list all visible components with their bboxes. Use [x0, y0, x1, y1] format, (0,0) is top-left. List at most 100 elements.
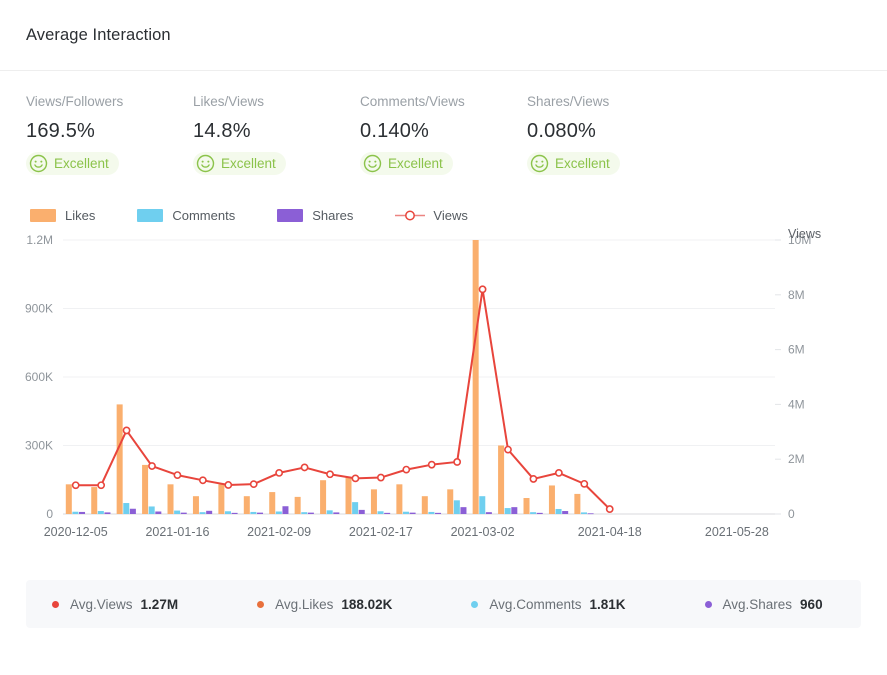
bar-shares[interactable]	[485, 512, 492, 514]
views-point[interactable]	[148, 462, 156, 470]
bar-comments[interactable]	[428, 511, 435, 514]
bar-comments[interactable]	[453, 500, 460, 514]
bar-shares[interactable]	[282, 506, 289, 514]
page-title: Average Interaction	[26, 25, 171, 44]
views-point[interactable]	[224, 481, 233, 489]
bar-comments[interactable]	[504, 508, 511, 514]
bar-shares[interactable]	[562, 511, 569, 514]
bar-comments[interactable]	[275, 511, 282, 514]
bar-comments[interactable]	[224, 511, 231, 514]
bar-comments[interactable]	[123, 503, 130, 514]
views-point[interactable]	[275, 468, 284, 477]
views-point[interactable]	[529, 475, 538, 483]
bar-likes[interactable]	[243, 496, 250, 514]
views-point[interactable]	[427, 460, 436, 469]
x-axis-tick: 2021-02-09	[247, 525, 311, 539]
legend-item-comments[interactable]: Comments	[137, 208, 235, 223]
bar-shares[interactable]	[104, 512, 111, 514]
bar-likes[interactable]	[472, 240, 479, 514]
views-point[interactable]	[351, 474, 360, 483]
y-axis-left-tick: 300K	[25, 439, 53, 453]
views-point[interactable]	[605, 505, 614, 513]
bar-comments[interactable]	[148, 506, 155, 514]
bar-likes[interactable]	[294, 496, 301, 515]
views-point[interactable]	[173, 471, 182, 479]
bar-comments[interactable]	[199, 512, 206, 514]
bar-likes[interactable]	[574, 493, 581, 514]
bar-likes[interactable]	[447, 489, 454, 514]
views-point[interactable]	[249, 480, 258, 489]
bar-shares[interactable]	[587, 513, 594, 515]
bar-shares[interactable]	[129, 508, 136, 514]
bar-comments[interactable]	[97, 511, 104, 514]
bar-likes[interactable]	[548, 485, 555, 514]
bar-shares[interactable]	[155, 511, 162, 514]
interaction-chart[interactable]: 0 300K 600K 900K 1.2M 0 2M 4M 6M 8M 10M Views 2020-1…	[0, 227, 887, 572]
views-point[interactable]	[122, 426, 131, 435]
bar-comments[interactable]	[580, 512, 587, 514]
bar-comments[interactable]	[352, 502, 359, 514]
bar-shares[interactable]	[435, 512, 442, 514]
bar-comments[interactable]	[479, 496, 486, 514]
bar-shares[interactable]	[358, 509, 365, 514]
bar-likes[interactable]	[65, 484, 72, 514]
views-line[interactable]	[74, 288, 611, 511]
bar-shares[interactable]	[536, 512, 543, 514]
bar-likes[interactable]	[192, 496, 199, 514]
views-point[interactable]	[478, 285, 487, 294]
bar-comments[interactable]	[250, 511, 257, 514]
summary-dot	[704, 600, 712, 608]
legend-swatch-shares	[277, 208, 304, 222]
bar-comments[interactable]	[301, 512, 308, 514]
bar-likes[interactable]	[91, 487, 98, 514]
bar-likes[interactable]	[167, 484, 174, 514]
views-point[interactable]	[198, 476, 207, 485]
views-point[interactable]	[580, 479, 589, 488]
bar-likes[interactable]	[320, 480, 327, 514]
chart-canvas[interactable]: 0300K600K900K1.2M02M4M6M8M10MViews2020-1…	[0, 227, 887, 572]
bar-comments[interactable]	[326, 510, 333, 514]
summary-value: 960	[800, 596, 823, 612]
bar-likes[interactable]	[421, 496, 428, 514]
bar-comments[interactable]	[530, 512, 537, 514]
views-point[interactable]	[71, 481, 80, 490]
bar-comments[interactable]	[377, 511, 384, 514]
views-point[interactable]	[554, 468, 563, 477]
bar-comments[interactable]	[72, 511, 79, 514]
bar-likes[interactable]	[370, 489, 377, 514]
bar-comments[interactable]	[174, 510, 181, 514]
views-point[interactable]	[376, 473, 385, 482]
bar-comments[interactable]	[555, 508, 562, 514]
views-point[interactable]	[504, 445, 512, 454]
bar-shares[interactable]	[79, 511, 86, 514]
legend-item-likes[interactable]: Likes	[30, 208, 95, 223]
bar-shares[interactable]	[460, 507, 467, 514]
bar-likes[interactable]	[498, 445, 505, 515]
legend-item-views[interactable]: Views	[395, 208, 468, 223]
bar-shares[interactable]	[333, 512, 340, 514]
views-point[interactable]	[402, 465, 411, 474]
views-point[interactable]	[97, 481, 106, 490]
bar-shares[interactable]	[511, 507, 518, 514]
bar-shares[interactable]	[206, 510, 213, 514]
bar-likes[interactable]	[142, 464, 149, 514]
bar-shares[interactable]	[307, 512, 314, 514]
legend-item-shares[interactable]: Shares	[277, 208, 353, 223]
bar-likes[interactable]	[269, 492, 276, 514]
bar-shares[interactable]	[384, 512, 391, 514]
views-point[interactable]	[453, 458, 462, 466]
views-point[interactable]	[326, 470, 334, 479]
bar-likes[interactable]	[218, 484, 225, 514]
bar-shares[interactable]	[180, 512, 187, 514]
summary-label: Avg.Likes	[275, 596, 334, 612]
bar-comments[interactable]	[402, 511, 409, 514]
legend-label: Shares	[312, 207, 354, 223]
bar-likes[interactable]	[523, 498, 530, 514]
bar-likes[interactable]	[116, 404, 123, 514]
views-point[interactable]	[300, 463, 309, 472]
bar-likes[interactable]	[345, 477, 352, 514]
bar-likes[interactable]	[396, 484, 403, 514]
bar-shares[interactable]	[231, 512, 238, 514]
bar-shares[interactable]	[257, 512, 264, 514]
bar-shares[interactable]	[409, 512, 416, 514]
